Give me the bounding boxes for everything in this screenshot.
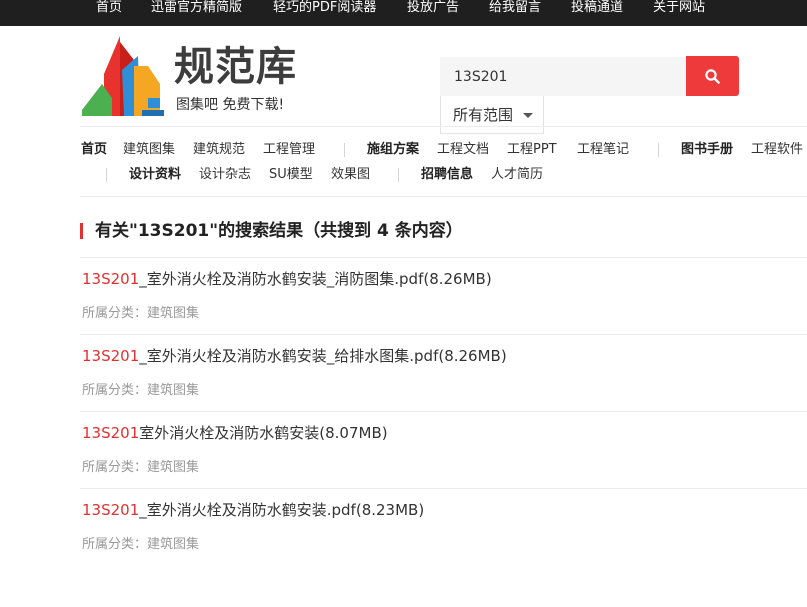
result-category: 所属分类：建筑图集 bbox=[82, 459, 199, 477]
result-category-label: 所属分类： bbox=[82, 460, 148, 475]
result-title-link[interactable]: 13S201室外消火栓及消防水鹤安装(8.07MB) bbox=[82, 423, 388, 443]
nav-home[interactable]: 首页 bbox=[81, 141, 107, 159]
result-category-label: 所属分类： bbox=[82, 537, 148, 552]
topnav-submit[interactable]: 投稿通道 bbox=[571, 0, 623, 26]
topnav-xunlei[interactable]: 迅雷官方精简版 bbox=[151, 0, 242, 26]
nav-construction-plans[interactable]: 施组方案 bbox=[367, 141, 419, 159]
result-title-text: _室外消火栓及消防水鹤安装_给排水图集.pdf(8.26MB) bbox=[139, 347, 507, 365]
result-title-link[interactable]: 13S201_室外消火栓及消防水鹤安装_给排水图集.pdf(8.26MB) bbox=[82, 346, 507, 366]
results-title: 有关"13S201"的搜索结果（共搜到 4 条内容） bbox=[95, 221, 463, 241]
search-button[interactable] bbox=[686, 56, 739, 96]
nav-separator bbox=[106, 168, 107, 182]
nav-engineering-management[interactable]: 工程管理 bbox=[263, 141, 315, 159]
nav-engineering-software[interactable]: 工程软件 bbox=[751, 141, 803, 159]
topnav-home[interactable]: 首页 bbox=[96, 0, 122, 26]
nav-design-materials[interactable]: 设计资料 bbox=[129, 166, 181, 184]
logo-name: 规范库 bbox=[174, 44, 297, 90]
result-keyword: 13S201 bbox=[82, 424, 140, 442]
chevron-down-icon bbox=[523, 113, 533, 118]
nav-engineering-ppt[interactable]: 工程PPT bbox=[507, 141, 557, 159]
search-icon bbox=[705, 69, 720, 84]
result-title-text: _室外消火栓及消防水鹤安装_消防图集.pdf(8.26MB) bbox=[139, 270, 492, 288]
nav-handbooks[interactable]: 图书手册 bbox=[681, 141, 733, 159]
nav-separator bbox=[658, 143, 659, 157]
result-title-link[interactable]: 13S201_室外消火栓及消防水鹤安装_消防图集.pdf(8.26MB) bbox=[82, 269, 492, 289]
result-category-label: 所属分类： bbox=[82, 383, 148, 398]
nav-su-models[interactable]: SU模型 bbox=[269, 166, 313, 184]
search-input[interactable] bbox=[440, 57, 686, 96]
result-title-link[interactable]: 13S201_室外消火栓及消防水鹤安装.pdf(8.23MB) bbox=[82, 500, 424, 520]
nav-building-atlas[interactable]: 建筑图集 bbox=[123, 141, 175, 159]
logo-slogan: 图集吧 免费下载! bbox=[176, 97, 285, 113]
topnav-message[interactable]: 给我留言 bbox=[489, 0, 541, 26]
title-accent-bar bbox=[80, 223, 83, 239]
result-category-link[interactable]: 建筑图集 bbox=[147, 537, 199, 552]
nav-divider bbox=[80, 196, 807, 197]
result-title-text: 室外消火栓及消防水鹤安装(8.07MB) bbox=[139, 424, 388, 442]
nav-separator bbox=[398, 168, 399, 182]
nav-building-codes[interactable]: 建筑规范 bbox=[193, 141, 245, 159]
nav-recruitment[interactable]: 招聘信息 bbox=[421, 166, 473, 184]
result-category-label: 所属分类： bbox=[82, 306, 148, 321]
logo-buildings-icon bbox=[82, 36, 164, 116]
result-title-text: _室外消火栓及消防水鹤安装.pdf(8.23MB) bbox=[139, 501, 425, 519]
results-header-divider bbox=[80, 257, 807, 258]
result-divider bbox=[80, 411, 807, 412]
result-category: 所属分类：建筑图集 bbox=[82, 382, 199, 400]
result-divider bbox=[80, 488, 807, 489]
result-keyword: 13S201 bbox=[82, 347, 140, 365]
result-category-link[interactable]: 建筑图集 bbox=[147, 306, 199, 321]
header-divider bbox=[80, 126, 807, 127]
topnav-advertise[interactable]: 投放广告 bbox=[407, 0, 459, 26]
result-category: 所属分类：建筑图集 bbox=[82, 305, 199, 323]
nav-resumes[interactable]: 人才简历 bbox=[491, 166, 543, 184]
nav-design-magazines[interactable]: 设计杂志 bbox=[199, 166, 251, 184]
search-scope-dropdown[interactable]: 所有范围 bbox=[440, 96, 544, 134]
nav-engineering-notes[interactable]: 工程笔记 bbox=[577, 141, 629, 159]
result-keyword: 13S201 bbox=[82, 501, 140, 519]
result-divider bbox=[80, 334, 807, 335]
topnav-about[interactable]: 关于网站 bbox=[653, 0, 705, 26]
result-category-link[interactable]: 建筑图集 bbox=[147, 383, 199, 398]
result-keyword: 13S201 bbox=[82, 270, 140, 288]
nav-renderings[interactable]: 效果图 bbox=[331, 166, 370, 184]
site-logo[interactable]: 规范库 图集吧 免费下载! bbox=[82, 36, 307, 120]
search-scope-label: 所有范围 bbox=[453, 106, 514, 124]
top-navigation-bar: 首页 迅雷官方精简版 轻巧的PDF阅读器 投放广告 给我留言 投稿通道 关于网站 bbox=[0, 0, 807, 26]
result-category: 所属分类：建筑图集 bbox=[82, 536, 199, 554]
nav-engineering-docs[interactable]: 工程文档 bbox=[437, 141, 489, 159]
nav-separator bbox=[344, 143, 345, 157]
topnav-pdf-reader[interactable]: 轻巧的PDF阅读器 bbox=[273, 0, 376, 26]
result-category-link[interactable]: 建筑图集 bbox=[147, 460, 199, 475]
